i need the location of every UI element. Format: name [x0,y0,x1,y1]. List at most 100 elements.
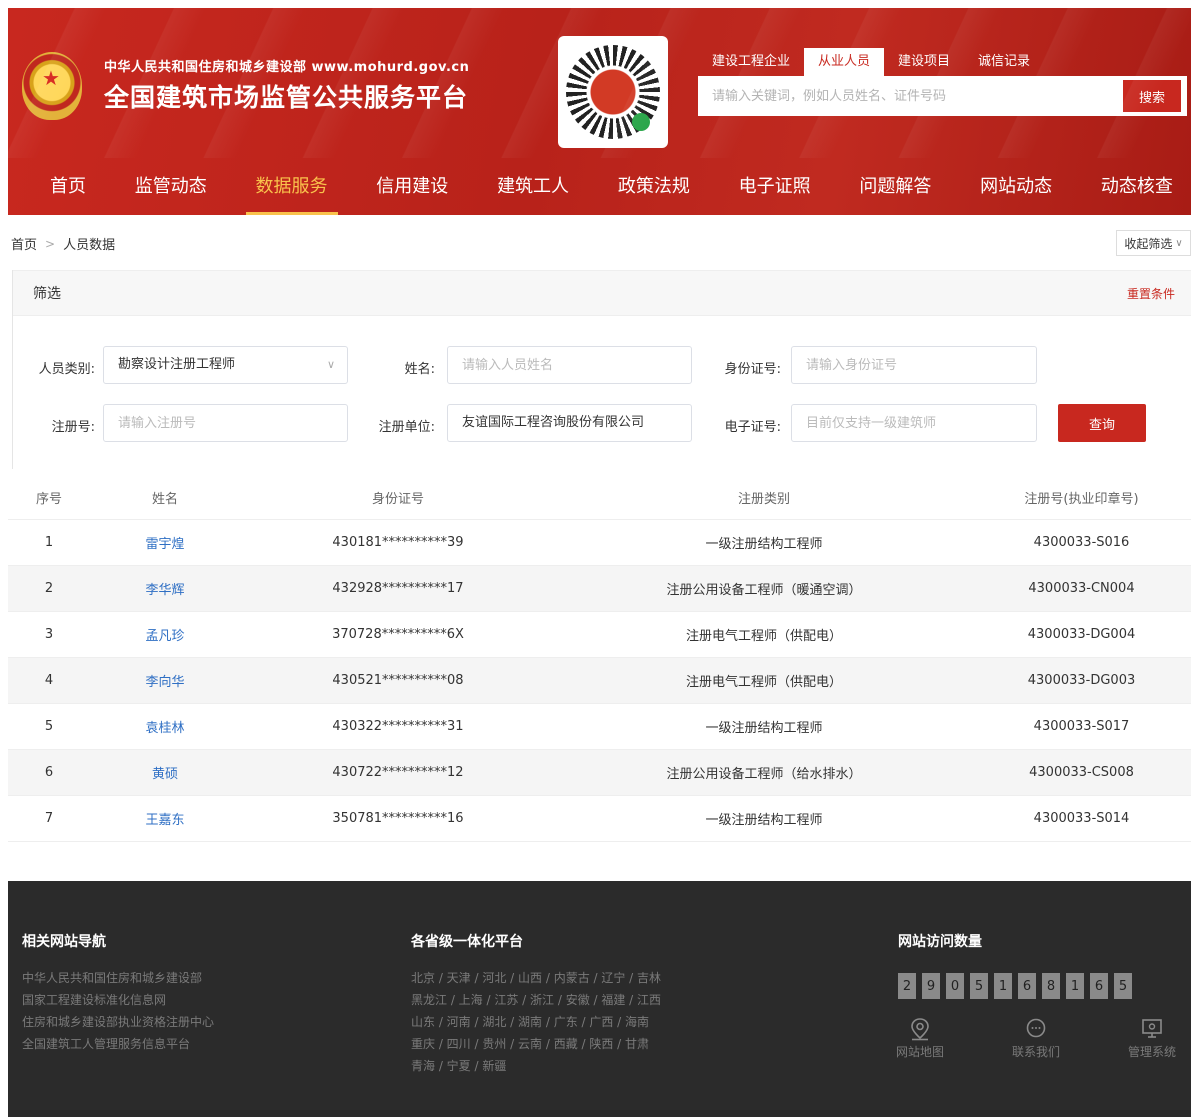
header-reg: 注册号(执业印章号) [1024,492,1139,507]
collapse-filter-button[interactable]: 收起筛选 ∨ [1116,230,1191,256]
nav-data-service[interactable]: 数据服务 [245,158,338,215]
counter-digit: 6 [1090,973,1108,999]
chevron-down-icon: ∨ [326,358,335,371]
e-cert-input[interactable] [791,404,1037,442]
row-reg: 4300033-CN004 [1028,581,1135,596]
nav-home[interactable]: 首页 [40,158,96,215]
province-line[interactable]: 黑龙江 / 上海 / 江苏 / 浙江 / 安徽 / 福建 / 江西 [411,989,661,1011]
footer-link[interactable]: 中华人民共和国住房和城乡建设部 [22,967,214,989]
search-tab-personnel[interactable]: 从业人员 [804,48,885,76]
row-id: 430521**********08 [332,673,464,688]
row-id: 430322**********31 [332,719,464,734]
search-tab-enterprise[interactable]: 建设工程企业 [698,48,804,76]
breadcrumb-current: 人员数据 [63,238,116,253]
search-tab-credit[interactable]: 诚信记录 [964,48,1044,76]
person-name-link[interactable]: 孟凡珍 [145,625,184,644]
nav-faq[interactable]: 问题解答 [849,158,941,215]
site-footer: 相关网站导航 中华人民共和国住房和城乡建设部 国家工程建设标准化信息网 住房和城… [8,881,1191,1117]
nav-policy[interactable]: 政策法规 [608,158,700,215]
filter-header: 筛选 重置条件 [13,270,1191,316]
nav-credit[interactable]: 信用建设 [366,158,458,215]
nav-workers[interactable]: 建筑工人 [487,158,579,215]
counter-digit: 1 [994,973,1012,999]
row-type: 注册公用设备工程师（给水排水） [666,767,862,782]
person-name-link[interactable]: 王嘉东 [145,809,184,828]
person-name-link[interactable]: 雷宇煌 [145,533,184,552]
reg-unit-label: 注册单位: [378,420,435,435]
person-name-link[interactable]: 袁桂林 [145,717,184,736]
search-box: 搜索 [698,76,1187,116]
table-row: 3 孟凡珍 370728**********6X 注册电气工程师（供配电） 43… [8,612,1191,658]
row-no: 6 [44,765,54,780]
reg-unit-input[interactable]: 友谊国际工程咨询股份有限公司 [447,404,692,442]
province-line[interactable]: 山东 / 河南 / 湖北 / 湖南 / 广东 / 广西 / 海南 [411,1011,661,1033]
admin-system-link[interactable]: 管理系统 [1128,1017,1176,1060]
counter-digit: 9 [922,973,940,999]
footer-link[interactable]: 国家工程建设标准化信息网 [22,989,214,1011]
person-name-link[interactable]: 李向华 [145,671,184,690]
footer-link[interactable]: 住房和城乡建设部执业资格注册中心 [22,1011,214,1033]
counter-digit: 2 [898,973,916,999]
visit-counter: 2 9 0 5 1 6 8 1 6 5 [898,973,1132,999]
row-type: 一级注册结构工程师 [705,721,823,736]
person-type-label: 人员类别: [38,362,95,377]
table-row: 4 李向华 430521**********08 注册电气工程师（供配电） 43… [8,658,1191,704]
search-button[interactable]: 搜索 [1123,80,1181,112]
person-type-value: 勘察设计注册工程师 [118,357,236,372]
person-name-link[interactable]: 黄硕 [152,763,178,782]
row-type: 注册电气工程师（供配电） [685,675,842,690]
footer-link[interactable]: 全国建筑工人管理服务信息平台 [22,1033,214,1055]
monitor-icon [1142,1019,1162,1038]
table-row: 7 王嘉东 350781**********16 一级注册结构工程师 43000… [8,796,1191,842]
province-line[interactable]: 重庆 / 四川 / 贵州 / 云南 / 西藏 / 陕西 / 甘肃 [411,1033,661,1055]
search-input[interactable] [698,76,1123,116]
admin-system-label: 管理系统 [1128,1045,1177,1059]
table-row: 5 袁桂林 430322**********31 一级注册结构工程师 43000… [8,704,1191,750]
province-line[interactable]: 青海 / 宁夏 / 新疆 [411,1055,661,1077]
province-platforms-title: 各省级一体化平台 [411,934,523,950]
person-type-select[interactable]: 勘察设计注册工程师 ∨ [103,346,348,384]
visit-count-title: 网站访问数量 [898,934,982,950]
header-name: 姓名 [151,492,178,507]
row-id: 350781**********16 [332,811,464,826]
site-map-label: 网站地图 [896,1045,945,1059]
national-emblem-logo [22,52,82,120]
reg-number-input[interactable] [103,404,348,442]
map-pin-icon [911,1018,929,1041]
reset-conditions-link[interactable]: 重置条件 [1127,285,1175,302]
nav-dynamic-check[interactable]: 动态核查 [1091,158,1183,215]
row-no: 2 [44,581,54,596]
nav-e-license[interactable]: 电子证照 [729,158,821,215]
chevron-down-icon: ∨ [1175,237,1183,249]
person-name-link[interactable]: 李华辉 [145,579,184,598]
nav-supervision-news[interactable]: 监管动态 [125,158,217,215]
counter-digit: 5 [970,973,988,999]
reg-number-label: 注册号: [51,420,95,435]
filter-panel: 筛选 重置条件 人员类别: 勘察设计注册工程师 ∨ 姓名: 身份证号: 注册号:… [12,270,1191,469]
row-reg: 4300033-S014 [1033,811,1130,826]
contact-us-link[interactable]: 联系我们 [1012,1017,1060,1060]
ministry-subtitle: 中华人民共和国住房和城乡建设部 www.mohurd.gov.cn [104,60,470,75]
site-map-link[interactable]: 网站地图 [896,1017,944,1060]
e-cert-label: 电子证号: [724,420,781,435]
row-id: 430181**********39 [332,535,464,550]
search-tab-project[interactable]: 建设项目 [884,48,964,76]
query-button[interactable]: 查询 [1058,404,1146,442]
province-line[interactable]: 北京 / 天津 / 河北 / 山西 / 内蒙古 / 辽宁 / 吉林 [411,967,661,989]
reg-unit-value: 友谊国际工程咨询股份有限公司 [462,415,645,430]
related-sites-list: 中华人民共和国住房和城乡建设部 国家工程建设标准化信息网 住房和城乡建设部执业资… [22,967,214,1055]
row-no: 5 [44,719,54,734]
row-id: 370728**********6X [332,627,464,642]
row-type: 注册电气工程师（供配电） [685,629,842,644]
name-input[interactable] [447,346,692,384]
contact-us-label: 联系我们 [1012,1045,1061,1059]
breadcrumb-home[interactable]: 首页 [11,234,37,253]
row-no: 1 [44,535,54,550]
id-number-input[interactable] [791,346,1037,384]
row-no: 3 [44,627,54,642]
row-id: 432928**********17 [332,581,464,596]
table-row: 2 李华辉 432928**********17 注册公用设备工程师（暖通空调）… [8,566,1191,612]
filter-title: 筛选 [33,286,61,302]
collapse-filter-label: 收起筛选 [1124,236,1173,251]
nav-site-news[interactable]: 网站动态 [970,158,1062,215]
